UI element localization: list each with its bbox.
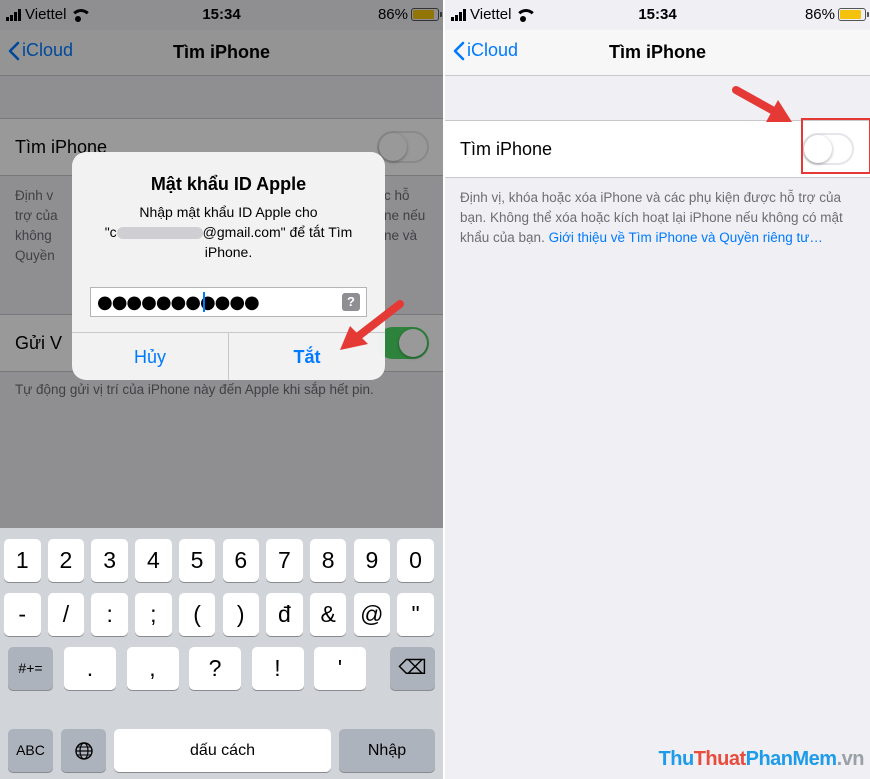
find-iphone-footnote: Định vị, khóa hoặc xóa iPhone và các phụ… <box>460 188 858 248</box>
text-caret <box>203 292 205 312</box>
punctuation-key[interactable]: ? <box>189 647 241 690</box>
symbol-key[interactable]: - <box>4 593 41 636</box>
alert-email-prefix: "c <box>104 224 117 240</box>
key-9[interactable]: 9 <box>353 539 391 582</box>
battery-icon <box>838 8 869 21</box>
red-arrow-icon <box>732 86 792 122</box>
symbol-key[interactable]: ; <box>135 593 172 636</box>
left-phone-screen: Viettel 15:34 86% iCloud Tìm iPhone Tìm … <box>0 0 443 779</box>
battery-percent: 86% <box>804 6 835 23</box>
return-key[interactable]: Nhập <box>339 729 435 772</box>
alert-message-line3: iPhone. <box>204 244 253 260</box>
highlight-box <box>801 118 870 174</box>
key-0[interactable]: 0 <box>397 539 434 582</box>
screenshot-composite: Viettel 15:34 86% iCloud Tìm iPhone Tìm … <box>0 0 870 779</box>
symbol-key[interactable]: ( <box>178 593 216 636</box>
symbol-key[interactable]: : <box>91 593 128 636</box>
password-mask: ●●●●●●●●●●● <box>97 292 260 313</box>
battery-group: 86% <box>804 6 869 23</box>
alert-message-line1: Nhập mật khẩu ID Apple cho <box>139 204 318 220</box>
symbol-key[interactable]: & <box>309 593 347 636</box>
abc-key[interactable]: ABC <box>8 729 53 772</box>
symbol-key[interactable]: ) <box>222 593 259 636</box>
symbol-key[interactable]: / <box>47 593 85 636</box>
page-title: Tìm iPhone <box>608 42 706 62</box>
alert-email-suffix: @gmail.com" để tắt Tìm <box>202 224 353 240</box>
key-2[interactable]: 2 <box>47 539 85 582</box>
status-bar: Viettel 15:34 86% <box>445 0 870 30</box>
symbol-key[interactable]: @ <box>353 593 391 636</box>
navigation-bar: iCloud Tìm iPhone <box>445 30 870 76</box>
key-8[interactable]: 8 <box>309 539 347 582</box>
password-input[interactable]: ●●●●●●●●●●● ? <box>90 287 367 317</box>
redacted-email <box>116 227 203 240</box>
alert-title: Mật khẩu ID Apple <box>150 174 307 194</box>
punctuation-key[interactable]: . <box>64 647 116 690</box>
key-5[interactable]: 5 <box>178 539 216 582</box>
key-3[interactable]: 3 <box>91 539 128 582</box>
punctuation-key[interactable]: , <box>126 647 179 690</box>
privacy-link[interactable]: Giới thiệu về Tìm iPhone và Quyền riêng … <box>549 230 823 245</box>
key-4[interactable]: 4 <box>135 539 172 582</box>
right-phone-screen: Viettel 15:34 86% iCloud Tìm iPhone Tìm … <box>445 0 870 779</box>
cancel-button[interactable]: Hủy <box>72 333 229 380</box>
watermark-logo: ThuThuatPhanMem.vn <box>658 748 865 770</box>
more-symbols-key[interactable]: #+= <box>8 647 53 690</box>
key-1[interactable]: 1 <box>4 539 41 582</box>
key-7[interactable]: 7 <box>266 539 303 582</box>
key-6[interactable]: 6 <box>222 539 259 582</box>
punctuation-key[interactable]: ! <box>251 647 304 690</box>
space-key[interactable]: dấu cách <box>114 729 331 772</box>
globe-icon[interactable] <box>61 729 106 772</box>
find-iphone-label: Tìm iPhone <box>460 139 553 159</box>
symbol-key[interactable]: đ <box>266 593 303 636</box>
delete-icon[interactable]: ⌫ <box>390 647 435 690</box>
red-arrow-icon <box>340 300 404 350</box>
punctuation-key[interactable]: ' <box>314 647 366 690</box>
alert-message: Nhập mật khẩu ID Apple cho "c @gmail.com"… <box>92 202 365 262</box>
numeric-keyboard: 1 2 3 4 5 6 7 8 9 0 - /:;() đ & @ " #+=.,?! ' ⌫ ABC dấu cá… <box>0 528 443 779</box>
symbol-key[interactable]: " <box>397 593 434 636</box>
